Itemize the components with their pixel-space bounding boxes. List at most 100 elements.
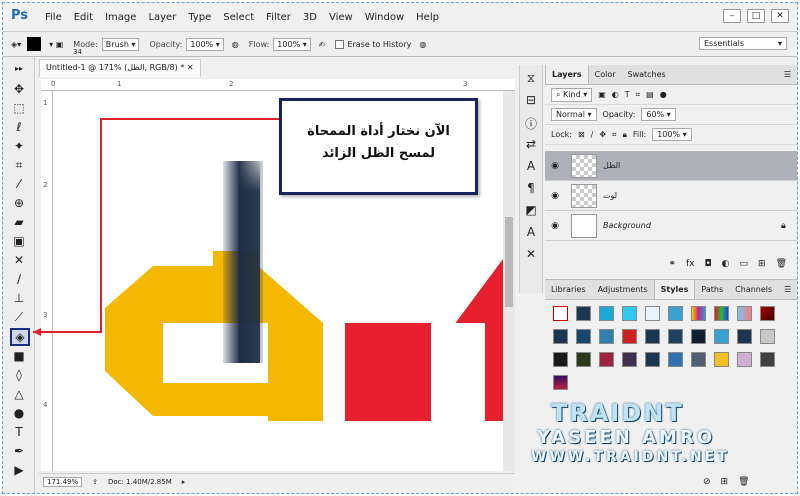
style-swatch[interactable] <box>737 329 752 344</box>
zoom-level[interactable]: 171.49% <box>43 476 83 487</box>
gradient-tool-icon[interactable]: ■ <box>11 348 27 364</box>
dodge-tool-icon[interactable]: △ <box>11 386 27 402</box>
visibility-eye-icon[interactable]: ◉ <box>545 221 565 231</box>
blur-tool-icon[interactable]: ◊ <box>11 367 27 383</box>
tab-color[interactable]: Color <box>589 65 622 84</box>
layer-row[interactable]: ◉ الظل <box>545 151 797 181</box>
tool-presets-icon[interactable]: ✕ <box>523 247 539 263</box>
tab-channels[interactable]: Channels <box>729 280 778 299</box>
properties-icon[interactable]: ⊟ <box>523 93 539 109</box>
minimize-button[interactable]: – <box>723 9 741 23</box>
style-swatch[interactable] <box>668 352 683 367</box>
filter-pixel-icon[interactable]: ▣ <box>598 90 606 99</box>
style-swatch[interactable] <box>714 352 729 367</box>
blend-mode-select[interactable]: Normal ▾ <box>551 108 597 121</box>
style-swatch[interactable] <box>668 306 683 321</box>
new-group-icon[interactable]: ▭ <box>740 259 749 269</box>
style-swatch[interactable] <box>645 306 660 321</box>
style-swatch[interactable] <box>645 329 660 344</box>
tab-paths[interactable]: Paths <box>695 280 729 299</box>
style-swatch[interactable] <box>622 329 637 344</box>
paragraph-icon[interactable]: ¶ <box>523 181 539 197</box>
filter-shape-icon[interactable]: ⌗ <box>636 90 641 100</box>
filter-toggle-icon[interactable]: ● <box>660 90 667 99</box>
lock-paint-icon[interactable]: ∕ <box>591 130 594 139</box>
layer-row[interactable]: ◉ لوت <box>545 181 797 211</box>
tab-swatches[interactable]: Swatches <box>622 65 672 84</box>
history-icon[interactable]: ⧖ <box>523 71 539 87</box>
lock-pixels-icon[interactable]: ⊠ <box>578 130 585 139</box>
layer-name: لوت <box>603 191 618 200</box>
delete-layer-icon[interactable]: 🗑︎ <box>776 259 787 269</box>
path-selection-tool-icon[interactable]: ▶ <box>11 462 27 478</box>
style-swatch[interactable] <box>576 352 591 367</box>
style-swatch[interactable] <box>737 306 752 321</box>
style-swatch[interactable] <box>645 352 660 367</box>
new-layer-icon[interactable]: ⊞ <box>758 259 766 269</box>
tab-styles[interactable]: Styles <box>653 280 696 299</box>
panel-menu-icon[interactable]: ☰ <box>778 65 797 84</box>
style-swatch[interactable] <box>737 352 752 367</box>
lock-move-icon[interactable]: ✥ <box>599 130 606 139</box>
link-layers-icon[interactable]: ⚭ <box>668 259 676 269</box>
workspace-select[interactable]: Essentials ▾ <box>699 37 787 50</box>
brush-presets-icon[interactable]: ◩ <box>523 203 539 219</box>
status-menu-icon[interactable]: ▸ <box>182 478 186 486</box>
layer-opacity-input[interactable]: 60% ▾ <box>641 108 676 121</box>
visibility-eye-icon[interactable]: ◉ <box>545 191 565 201</box>
style-swatch[interactable] <box>714 329 729 344</box>
type-tool-icon[interactable]: T <box>11 424 27 440</box>
new-style-icon[interactable]: ⊞ <box>721 477 729 487</box>
style-swatch[interactable] <box>760 329 775 344</box>
layer-row[interactable]: ◉ Background 🔒︎ <box>545 211 797 241</box>
pen-tool-icon[interactable]: ✒ <box>11 443 27 459</box>
style-swatch[interactable] <box>622 352 637 367</box>
layer-opacity-value: 60% <box>646 110 665 119</box>
info-icon[interactable]: ⓘ <box>523 115 539 131</box>
style-swatch[interactable] <box>576 306 591 321</box>
actions-icon[interactable]: ⇄ <box>523 137 539 153</box>
adjustment-layer-icon[interactable]: ◐ <box>722 259 730 269</box>
style-swatch[interactable] <box>691 306 706 321</box>
add-mask-icon[interactable]: ◘ <box>705 259 712 269</box>
sponge-tool-icon[interactable]: ● <box>11 405 27 421</box>
filter-type-icon[interactable]: T <box>625 90 630 99</box>
visibility-eye-icon[interactable]: ◉ <box>545 161 565 171</box>
panel-menu-icon[interactable]: ☰ <box>778 280 797 299</box>
lock-artboard-icon[interactable]: ⌗ <box>612 130 617 140</box>
filter-smart-icon[interactable]: ▤ <box>646 90 654 99</box>
style-swatch[interactable] <box>599 329 614 344</box>
tab-libraries[interactable]: Libraries <box>545 280 592 299</box>
style-swatch[interactable] <box>576 329 591 344</box>
lock-all-icon[interactable]: 🔒︎ <box>623 130 627 140</box>
filter-kind-select[interactable]: ⌕ Kind ▾ <box>551 87 593 102</box>
fill-input[interactable]: 100% ▾ <box>652 128 692 141</box>
style-swatch[interactable] <box>691 329 706 344</box>
style-swatch[interactable] <box>760 352 775 367</box>
layers-footer: ⚭ fx ◘ ◐ ▭ ⊞ 🗑︎ <box>545 255 797 273</box>
style-swatch[interactable] <box>553 375 568 390</box>
style-swatch[interactable] <box>553 329 568 344</box>
tab-layers[interactable]: Layers <box>545 65 589 84</box>
filter-adjust-icon[interactable]: ◐ <box>612 90 619 99</box>
style-swatch[interactable] <box>553 352 568 367</box>
layers-panel: Layers Color Swatches ☰ ⌕ Kind ▾ ▣ ◐ T ⌗… <box>545 65 797 273</box>
glyphs-icon[interactable]: A <box>523 225 539 241</box>
clear-style-icon[interactable]: ⊘ <box>703 477 711 487</box>
close-button[interactable]: ✕ <box>771 9 789 23</box>
style-swatch[interactable] <box>599 306 614 321</box>
style-swatch[interactable] <box>622 306 637 321</box>
style-swatch[interactable] <box>691 352 706 367</box>
fx-icon[interactable]: fx <box>686 259 695 269</box>
character-icon[interactable]: A <box>523 159 539 175</box>
delete-style-icon[interactable]: 🗑︎ <box>738 477 749 487</box>
style-swatch[interactable] <box>599 352 614 367</box>
style-swatch[interactable] <box>714 306 729 321</box>
style-swatch[interactable] <box>760 306 775 321</box>
lock-icon: 🔒︎ <box>781 220 786 231</box>
style-swatch[interactable] <box>553 306 568 321</box>
maximize-button[interactable]: □ <box>747 9 765 23</box>
tab-adjustments[interactable]: Adjustments <box>592 280 654 299</box>
style-swatch[interactable] <box>668 329 683 344</box>
export-icon[interactable]: ⇪ <box>92 478 98 486</box>
